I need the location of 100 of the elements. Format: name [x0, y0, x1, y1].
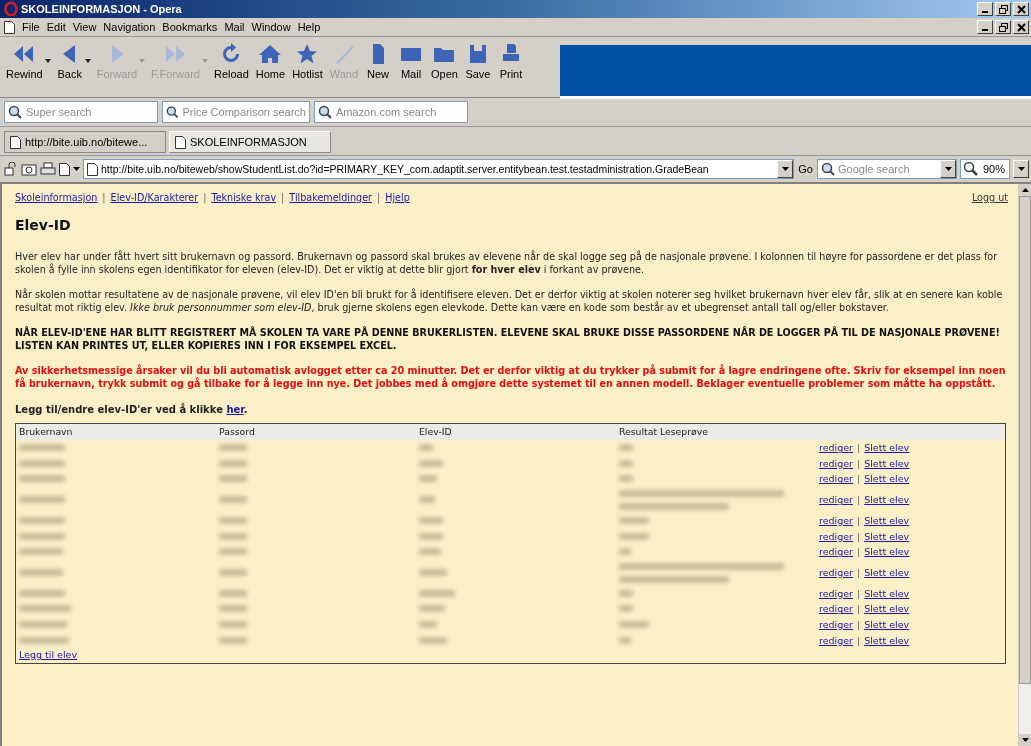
edit-link[interactable]: rediger: [819, 567, 853, 579]
menu-item[interactable]: Edit: [46, 21, 66, 33]
menu-item[interactable]: File: [22, 21, 40, 33]
edit-link[interactable]: rediger: [819, 619, 853, 631]
go-button[interactable]: Go: [797, 163, 814, 175]
edit-link[interactable]: rediger: [819, 546, 853, 558]
menu-item[interactable]: Navigation: [103, 21, 156, 33]
separator-text: |: [857, 515, 861, 527]
edit-link[interactable]: rediger: [819, 473, 853, 485]
redacted-text: [219, 548, 247, 556]
restore-button[interactable]: [995, 2, 1011, 16]
nav-link[interactable]: Hjelp: [385, 192, 410, 203]
redacted-text: [619, 636, 631, 644]
restore-button[interactable]: [995, 20, 1011, 34]
search-field[interactable]: Super search: [4, 101, 158, 123]
add-student-link[interactable]: Legg til elev: [19, 648, 78, 660]
toolbar-button[interactable]: Open: [429, 43, 460, 80]
edit-link[interactable]: rediger: [819, 457, 853, 469]
delete-link[interactable]: Slett elev: [864, 442, 910, 454]
delete-link[interactable]: Slett elev: [864, 619, 910, 631]
delete-link[interactable]: Slett elev: [864, 515, 910, 527]
toolbar-button[interactable]: Hotlist: [290, 43, 325, 80]
zoom-dropdown[interactable]: 90%: [960, 159, 1010, 179]
close-button[interactable]: [1013, 2, 1029, 16]
warning-text: Av sikkerhetsmessige årsaker vil du bli automatisk avlogget etter ca 20 minutter. Det er derfor viktig at du trykker på submit for å lagre endringene ofte. Skriv for eksempel inn noen få brukernavn, trykk submit og gå tilbake for å legge inn nye. Det jobbes med å omgjøre dette systemet til en annen modell. Beklager eventuelle problemer som måtte ha oppstått.: [15, 364, 1007, 390]
redacted-text: [619, 532, 649, 540]
column-header: Elev-ID: [418, 426, 453, 438]
document-icon: [10, 135, 21, 149]
delete-link[interactable]: Slett elev: [864, 634, 910, 646]
redacted-text: [19, 636, 69, 644]
delete-link[interactable]: Slett elev: [864, 473, 910, 485]
toolbar-button[interactable]: Mail: [396, 43, 427, 80]
delete-link[interactable]: Slett elev: [864, 546, 910, 558]
minimize-button[interactable]: [977, 20, 993, 34]
separator-text: |: [857, 494, 861, 506]
search-icon: [166, 105, 179, 119]
redacted-text: [19, 444, 65, 452]
toolbar-button[interactable]: Print: [495, 43, 526, 80]
nav-link[interactable]: Tekniske krav: [211, 192, 277, 203]
separator-text: |: [857, 473, 861, 485]
redacted-text: [219, 496, 247, 504]
caret-icon: [84, 59, 91, 63]
menu-item[interactable]: Help: [297, 21, 321, 33]
edit-link[interactable]: rediger: [819, 587, 853, 599]
nav-link[interactable]: Tilbakemeldinger: [289, 192, 372, 203]
caret-icon: [1017, 167, 1025, 171]
edit-link[interactable]: rediger: [819, 515, 853, 527]
toolbar-button[interactable]: New: [363, 43, 394, 80]
search-field[interactable]: Price Comparison search: [162, 101, 310, 123]
search-field[interactable]: Amazon.com search: [314, 101, 468, 123]
tab[interactable]: http://bite.uib.no/bitewe...: [4, 131, 166, 153]
delete-link[interactable]: Slett elev: [864, 587, 910, 599]
paragraph: Hver elev har under fått hvert sitt brukernavn og passord. Brukernavn og passord skal brukes av elevene når de skal logge seg på de nasjonale prøvene. I kolonnen til høyre for passordene er det plass for skolen å fylle inn skolens egen identifikator for eleven (elev-ID). Det er viktig at dette blir gjort for hver elev i forkant av prøvene.: [15, 250, 999, 276]
redacted-text: [419, 569, 447, 577]
redacted-text: [219, 589, 247, 597]
redacted-text: [219, 475, 247, 483]
toolbar-button[interactable]: Home: [253, 43, 288, 80]
toolbar-button[interactable]: Rewind: [4, 43, 52, 80]
delete-link[interactable]: Slett elev: [864, 457, 910, 469]
minimize-button[interactable]: [977, 2, 993, 16]
toolbar-button[interactable]: Reload: [211, 43, 251, 80]
logout-link[interactable]: Logg ut: [971, 192, 1008, 203]
dropdown-button[interactable]: [1013, 160, 1029, 178]
document-icon: [175, 135, 186, 149]
nav-link[interactable]: Elev-ID/Karakterer: [110, 192, 199, 203]
tab[interactable]: SKOLEINFORMASJON: [169, 131, 331, 153]
menu-item[interactable]: Bookmarks: [162, 21, 218, 33]
close-icon: [1016, 4, 1026, 14]
edit-link[interactable]: rediger: [819, 603, 853, 615]
delete-link[interactable]: Slett elev: [864, 603, 910, 615]
edit-link[interactable]: rediger: [819, 530, 853, 542]
scrollbar[interactable]: [1018, 184, 1031, 746]
redacted-text: [19, 496, 65, 504]
column-header: Brukernavn: [18, 426, 74, 438]
address-field[interactable]: http://bite.uib.no/biteweb/showStudentList.do?id=PRIMARY_KEY_com.adaptit.server.entitybean.test.testadministration.GradeBean: [83, 159, 795, 179]
redacted-text: [19, 475, 65, 483]
edit-link[interactable]: rediger: [819, 634, 853, 646]
edit-link[interactable]: rediger: [819, 442, 853, 454]
redacted-text: [19, 621, 67, 629]
separator-text: |: [857, 619, 861, 631]
redacted-text: [19, 605, 71, 613]
redacted-text: [419, 621, 437, 629]
delete-link[interactable]: Slett elev: [864, 494, 910, 506]
delete-link[interactable]: Slett elev: [864, 567, 910, 579]
edit-link[interactable]: rediger: [819, 494, 853, 506]
caret-icon: [781, 167, 789, 171]
delete-link[interactable]: Slett elev: [864, 530, 910, 542]
column-header: Resultat Leseprøve: [618, 426, 709, 438]
separator-text: |: [857, 442, 861, 454]
search-field[interactable]: Google search: [817, 159, 957, 179]
here-link[interactable]: her: [226, 404, 244, 415]
caret-icon: [201, 59, 208, 63]
menu-item[interactable]: Mail: [224, 21, 245, 33]
redacted-text: [419, 444, 433, 452]
toolbar-button[interactable]: Back: [54, 43, 92, 80]
toolbar-button[interactable]: Save: [462, 43, 493, 80]
menu-item[interactable]: View: [72, 21, 97, 33]
menu-item[interactable]: Window: [251, 21, 291, 33]
nav-link[interactable]: Skoleinformasjon: [15, 192, 98, 203]
close-button[interactable]: [1013, 20, 1029, 34]
